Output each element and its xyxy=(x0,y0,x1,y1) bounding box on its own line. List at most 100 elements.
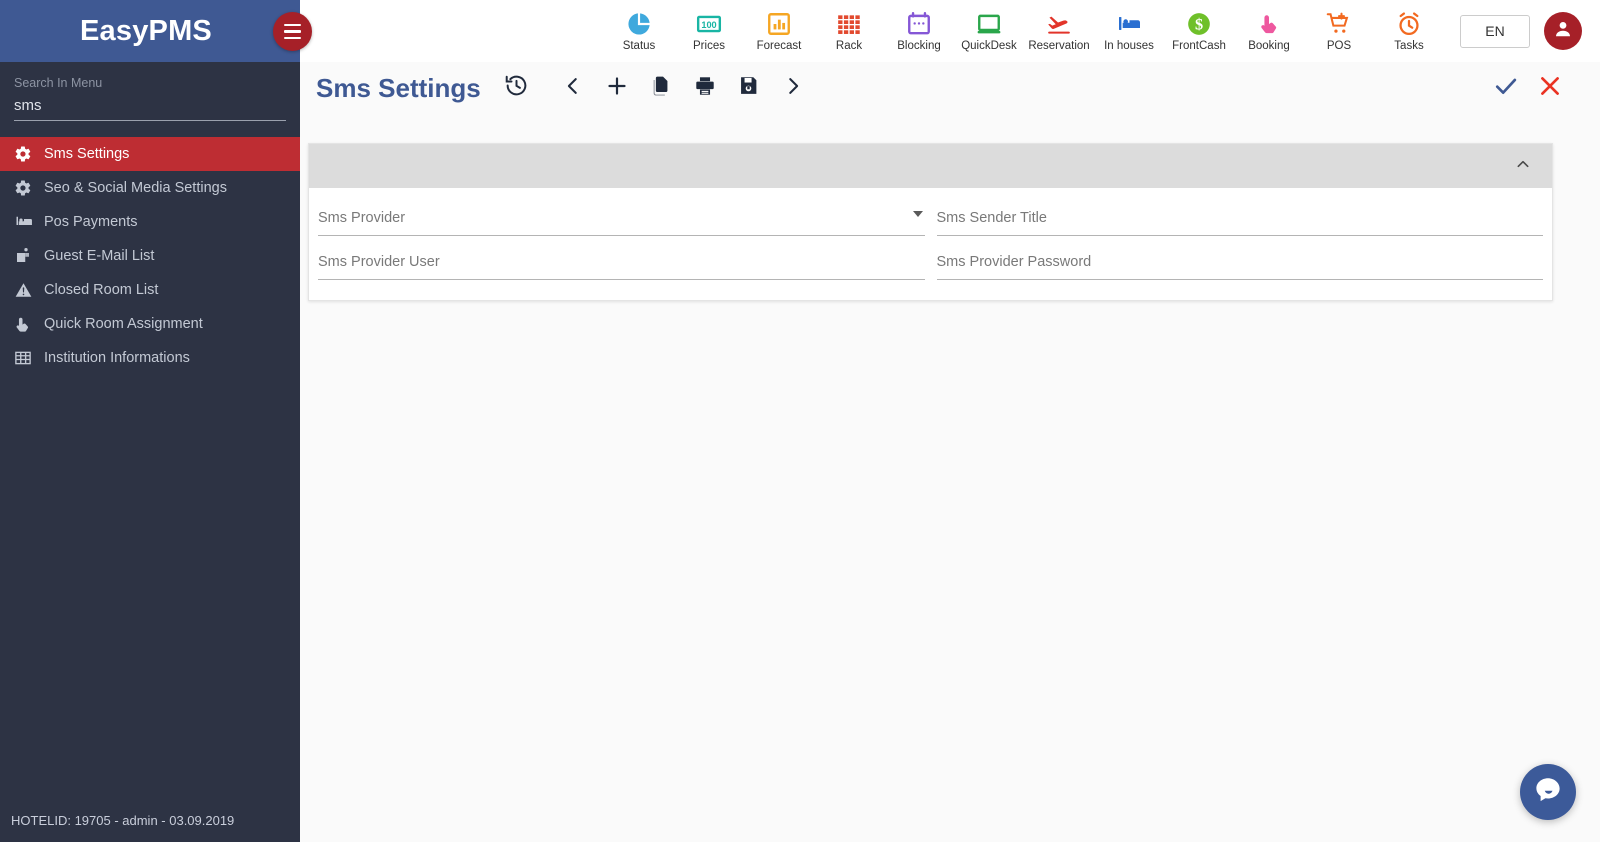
sms-provider-user-input[interactable] xyxy=(318,252,925,272)
sidebar-item-label: Sms Settings xyxy=(44,146,130,162)
nav-label: Rack xyxy=(835,39,863,52)
sidebar-item-label: Seo & Social Media Settings xyxy=(44,180,227,196)
cancel-button[interactable] xyxy=(1528,66,1572,110)
bed-icon xyxy=(14,213,40,231)
warning-triangle-icon xyxy=(14,281,40,299)
history-restore-icon xyxy=(504,73,529,103)
user-account-button[interactable] xyxy=(1544,12,1582,50)
top-navigation: Status 100 Prices Forecast Rack Blocking… xyxy=(300,0,1600,62)
gear-icon xyxy=(14,145,40,163)
previous-button[interactable] xyxy=(551,66,595,110)
nav-label: Status xyxy=(622,39,656,52)
panel-collapse-button[interactable] xyxy=(1512,155,1534,177)
sidebar-item-label: Closed Room List xyxy=(44,282,159,298)
nav-item-frontcash[interactable]: $ FrontCash xyxy=(1164,2,1234,60)
alarm-clock-icon xyxy=(1396,10,1422,38)
money-100-icon: 100 xyxy=(696,10,722,38)
sms-provider-password-input[interactable] xyxy=(936,252,1543,272)
printer-icon xyxy=(694,75,716,102)
nav-item-tasks[interactable]: Tasks xyxy=(1374,2,1444,60)
add-button[interactable] xyxy=(595,66,639,110)
nav-item-in-houses[interactable]: In houses xyxy=(1094,2,1164,60)
nav-label: Reservation xyxy=(1028,39,1090,52)
sidebar-item-closed-room-list[interactable]: Closed Room List xyxy=(0,273,300,307)
nav-item-reservation[interactable]: Reservation xyxy=(1024,2,1094,60)
sidebar-item-label: Institution Informations xyxy=(44,350,190,366)
nav-label: Booking xyxy=(1248,39,1290,52)
sms-sender-title-field xyxy=(936,202,1543,236)
sidebar-item-label: Pos Payments xyxy=(44,214,138,230)
search-label: Search In Menu xyxy=(14,76,103,90)
nav-label: Tasks xyxy=(1394,39,1424,52)
sms-provider-password-field xyxy=(936,246,1543,280)
svg-text:100: 100 xyxy=(701,20,716,30)
sidebar-item-guest-email-list[interactable]: Guest E-Mail List xyxy=(0,239,300,273)
table-grid-icon xyxy=(14,349,40,367)
sidebar-item-institution-informations[interactable]: Institution Informations xyxy=(0,341,300,375)
confirm-button[interactable] xyxy=(1484,66,1528,110)
nav-item-forecast[interactable]: Forecast xyxy=(744,2,814,60)
grid-squares-icon xyxy=(836,10,862,38)
sidebar-item-quick-room-assignment[interactable]: Quick Room Assignment xyxy=(0,307,300,341)
nav-label: Prices xyxy=(693,39,725,52)
sidebar-item-label: Quick Room Assignment xyxy=(44,316,203,332)
history-button[interactable] xyxy=(495,66,539,110)
chat-support-button[interactable] xyxy=(1520,764,1576,820)
nav-item-prices[interactable]: 100 Prices xyxy=(674,2,744,60)
brand-title: EasyPMS xyxy=(80,14,212,47)
panel-body xyxy=(309,188,1552,300)
bed-icon xyxy=(1116,10,1143,38)
monitor-icon xyxy=(976,10,1002,38)
hand-pointer-icon xyxy=(1258,10,1280,38)
field-line xyxy=(318,252,925,280)
sidebar-item-seo-social-media-settings[interactable]: Seo & Social Media Settings xyxy=(0,171,300,205)
sidebar-item-label: Guest E-Mail List xyxy=(44,248,155,264)
cart-plus-icon xyxy=(1326,10,1352,38)
sms-provider-user-field xyxy=(318,246,925,280)
dollar-circle-icon: $ xyxy=(1186,10,1212,38)
hamburger-icon-bar xyxy=(284,30,301,33)
language-selector[interactable]: EN xyxy=(1460,14,1530,48)
nav-label: In houses xyxy=(1104,39,1154,52)
form-row xyxy=(318,202,1543,246)
settings-panel xyxy=(308,143,1553,301)
nav-label: POS xyxy=(1326,39,1352,52)
nav-item-booking[interactable]: Booking xyxy=(1234,2,1304,60)
sidebar-item-pos-payments[interactable]: Pos Payments xyxy=(0,205,300,239)
form-row xyxy=(318,246,1543,290)
sidebar-item-sms-settings[interactable]: Sms Settings xyxy=(0,137,300,171)
sidebar-footer-info: HOTELID: 19705 - admin - 03.09.2019 xyxy=(11,813,235,828)
svg-text:$: $ xyxy=(1195,15,1203,33)
duplicate-button[interactable] xyxy=(639,66,683,110)
hamburger-icon-bar xyxy=(284,36,301,40)
next-button[interactable] xyxy=(771,66,815,110)
nav-item-blocking[interactable]: Blocking xyxy=(884,2,954,60)
check-icon xyxy=(1492,72,1520,105)
panel-header xyxy=(309,144,1552,188)
application-window: EasyPMS Search In Menu Sms Settings Seo … xyxy=(0,0,1600,842)
sidebar-menu: Sms Settings Seo & Social Media Settings… xyxy=(0,137,300,375)
nav-label: Blocking xyxy=(897,39,941,52)
nav-item-rack[interactable]: Rack xyxy=(814,2,884,60)
nav-item-pos[interactable]: POS xyxy=(1304,2,1374,60)
calendar-icon xyxy=(906,10,932,38)
plus-icon xyxy=(605,74,629,103)
menu-toggle-button[interactable] xyxy=(273,12,312,51)
sidebar: EasyPMS Search In Menu Sms Settings Seo … xyxy=(0,0,300,842)
search-input[interactable] xyxy=(14,97,286,121)
gear-icon xyxy=(14,179,40,197)
sms-sender-title-input[interactable] xyxy=(936,208,1543,228)
bar-chart-icon xyxy=(766,10,792,38)
page-header: Sms Settings xyxy=(300,62,1600,114)
nav-label: FrontCash xyxy=(1172,39,1226,52)
nav-label: Forecast xyxy=(756,39,802,52)
sms-provider-input[interactable] xyxy=(318,208,925,228)
chevron-right-icon xyxy=(782,75,804,102)
brand-bar: EasyPMS xyxy=(0,0,300,62)
floppy-disk-icon xyxy=(738,75,759,101)
nav-item-quickdesk[interactable]: QuickDesk xyxy=(954,2,1024,60)
nav-item-status[interactable]: Status xyxy=(604,2,674,60)
field-line xyxy=(936,208,1543,236)
print-button[interactable] xyxy=(683,66,727,110)
save-button[interactable] xyxy=(727,66,771,110)
